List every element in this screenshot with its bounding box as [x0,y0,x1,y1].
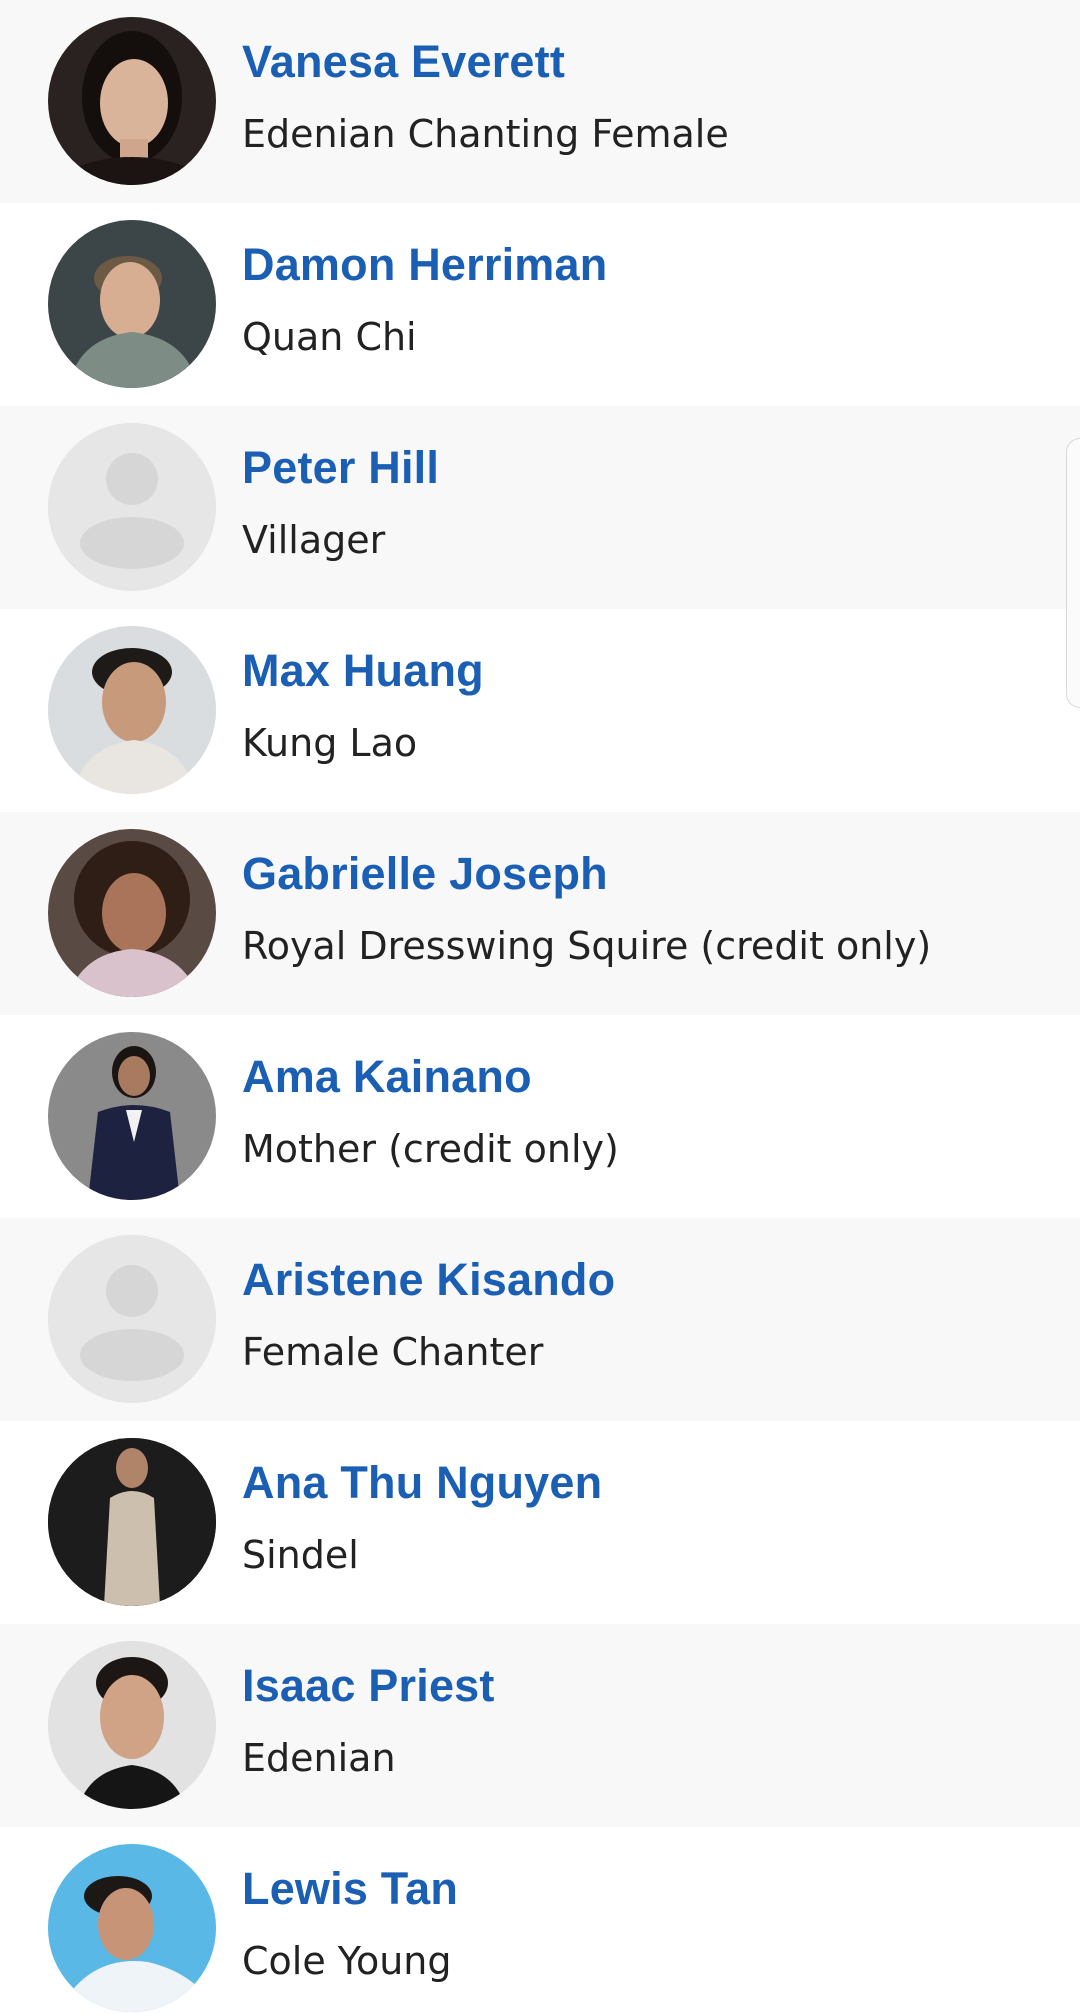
actor-avatar[interactable] [48,17,216,185]
headshot-photo [48,220,216,388]
cast-row[interactable]: Ana Thu Nguyen Sindel [0,1421,1080,1624]
cast-row[interactable]: Peter Hill Villager [0,406,1080,609]
actor-avatar[interactable] [48,1641,216,1809]
actor-avatar[interactable] [48,423,216,591]
character-name: Female Chanter [242,1330,544,1374]
headshot-photo [48,1844,216,2012]
cast-row[interactable]: Max Huang Kung Lao [0,609,1080,812]
cast-row[interactable]: Isaac Priest Edenian [0,1624,1080,1827]
person-placeholder-icon [48,423,216,591]
actor-avatar[interactable] [48,626,216,794]
cast-row[interactable]: Vanesa Everett Edenian Chanting Female [0,0,1080,203]
headshot-photo [48,829,216,997]
actor-avatar[interactable] [48,1032,216,1200]
cast-row[interactable]: Gabrielle Joseph Royal Dresswing Squire … [0,812,1080,1015]
character-name: Sindel [242,1533,359,1577]
cast-row[interactable]: Aristene Kisando Female Chanter [0,1218,1080,1421]
person-placeholder-icon [48,1235,216,1403]
actor-avatar[interactable] [48,220,216,388]
headshot-photo [48,1438,216,1606]
actor-name-link[interactable]: Peter Hill [242,442,439,494]
actor-name-link[interactable]: Damon Herriman [242,239,607,291]
scroll-edge-handle[interactable] [1066,438,1080,708]
actor-name-link[interactable]: Max Huang [242,645,484,697]
character-name: Villager [242,518,386,562]
cast-row[interactable]: Ama Kainano Mother (credit only) [0,1015,1080,1218]
actor-avatar[interactable] [48,1844,216,2012]
actor-name-link[interactable]: Aristene Kisando [242,1254,615,1306]
actor-avatar[interactable] [48,829,216,997]
headshot-photo [48,1032,216,1200]
actor-name-link[interactable]: Isaac Priest [242,1660,495,1712]
actor-name-link[interactable]: Ama Kainano [242,1051,532,1103]
character-name: Mother (credit only) [242,1127,619,1171]
character-name: Edenian [242,1736,396,1780]
actor-avatar[interactable] [48,1235,216,1403]
character-name: Edenian Chanting Female [242,112,729,156]
actor-name-link[interactable]: Ana Thu Nguyen [242,1457,602,1509]
cast-row[interactable]: Lewis Tan Cole Young [0,1827,1080,2016]
cast-list: Vanesa Everett Edenian Chanting Female D… [0,0,1080,2016]
headshot-photo [48,1641,216,1809]
actor-avatar[interactable] [48,1438,216,1606]
character-name: Royal Dresswing Squire (credit only) [242,924,932,968]
character-name: Cole Young [242,1939,452,1983]
actor-name-link[interactable]: Vanesa Everett [242,36,565,88]
actor-name-link[interactable]: Gabrielle Joseph [242,848,608,900]
character-name: Quan Chi [242,315,417,359]
character-name: Kung Lao [242,721,418,765]
headshot-photo [48,626,216,794]
headshot-photo [48,17,216,185]
cast-row[interactable]: Damon Herriman Quan Chi [0,203,1080,406]
actor-name-link[interactable]: Lewis Tan [242,1863,458,1915]
